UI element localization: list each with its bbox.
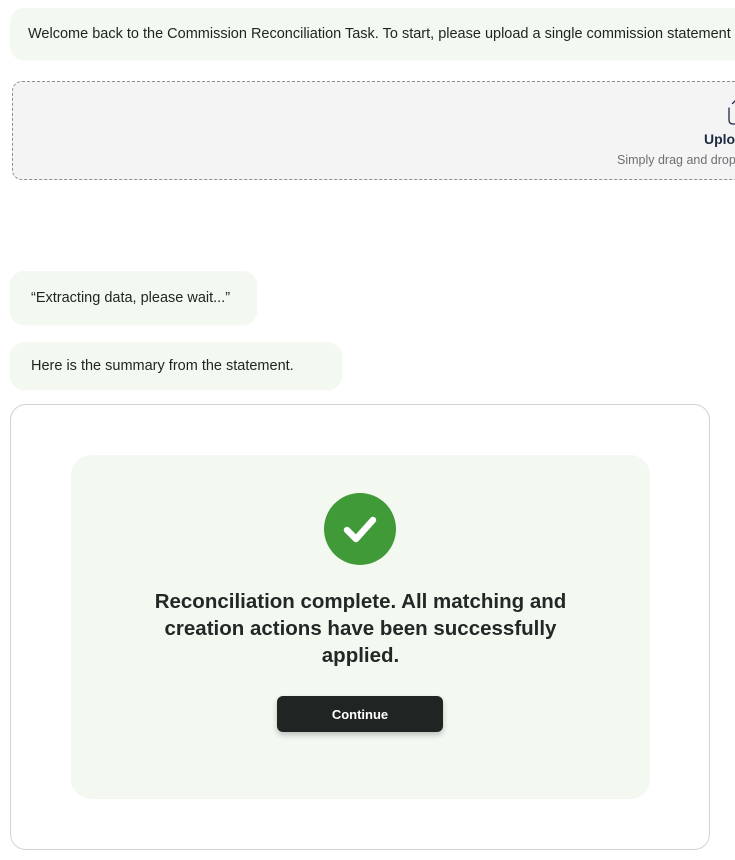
summary-card: Reconciliation complete. All matching an… [10, 404, 710, 850]
upload-subtitle: Simply drag and drop [617, 153, 735, 167]
assistant-message-welcome: Welcome back to the Commission Reconcili… [10, 8, 735, 60]
extracting-message-text: “Extracting data, please wait...” [31, 290, 231, 306]
welcome-message-text: Welcome back to the Commission Reconcili… [28, 26, 731, 42]
reconciliation-complete-message: Reconciliation complete. All matching an… [154, 590, 567, 667]
assistant-message-summary: Here is the summary from the statement. [10, 342, 342, 390]
continue-button[interactable]: Continue [277, 696, 443, 732]
upload-title: Upload [704, 131, 735, 147]
success-panel: Reconciliation complete. All matching an… [71, 455, 650, 799]
upload-icon [725, 98, 735, 126]
assistant-message-extracting: “Extracting data, please wait...” [10, 271, 257, 325]
check-circle-icon [324, 493, 396, 565]
upload-dropzone[interactable]: Upload Simply drag and drop [12, 81, 735, 180]
summary-intro-text: Here is the summary from the statement. [31, 358, 294, 374]
chat-page: Welcome back to the Commission Reconcili… [0, 0, 735, 860]
